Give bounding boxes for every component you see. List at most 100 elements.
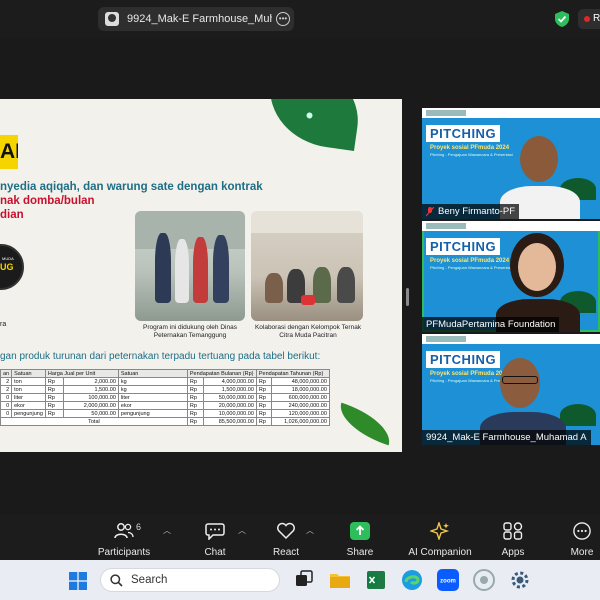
taskbar-search[interactable]: Search (100, 568, 280, 592)
leaf-decoration-bottom (333, 402, 397, 446)
table-cell: Rp (186, 393, 204, 402)
more-button[interactable]: More (563, 520, 600, 558)
react-button[interactable]: React (266, 520, 306, 558)
participant-tile-2[interactable]: PITCHING Proyek sosial PFmuda 2024 Pitch… (422, 221, 600, 332)
participants-label: Participants (97, 547, 151, 558)
table-cell: Rp (255, 385, 272, 394)
meeting-title: 9924_Mak-E Farmhouse_Muham (127, 13, 272, 25)
participant-name: 9924_Mak-E Farmhouse_Muhamad A (426, 432, 587, 443)
settings-gear-icon[interactable] (508, 568, 532, 592)
chrome-like-icon[interactable] (472, 568, 496, 592)
ai-sparkle-icon (430, 522, 450, 540)
meeting-info-pill[interactable]: 9924_Mak-E Farmhouse_Muham ••• (98, 7, 294, 31)
share-screen-icon (350, 522, 370, 540)
apps-button[interactable]: Apps (493, 520, 533, 558)
shared-screen: AN nyedia aqiqah, dan warung sate dengan… (0, 99, 402, 452)
chat-label: Chat (204, 547, 226, 558)
table-cell: Rp (44, 377, 64, 386)
table-row: 0 ekor Rp 2,000,000.00 ekor Rp 20,000,00… (0, 401, 330, 410)
table-cell: ekor (117, 401, 188, 410)
chat-button[interactable]: Chat (195, 520, 235, 558)
table-cell: 18,000,000.00 (270, 385, 330, 394)
participant-name-bar: 9924_Mak-E Farmhouse_Muhamad A (422, 430, 591, 445)
table-header-cell: Harga Jual per Unit (44, 369, 119, 378)
meeting-top-bar: 9924_Mak-E Farmhouse_Muham ••• R (0, 0, 600, 38)
tile-subtitle: Proyek sosial PFmuda 2024 (430, 258, 510, 264)
logo-caption: ra (0, 321, 7, 328)
table-cell: 20,000,000.00 (202, 401, 257, 410)
table-header-row: an Satuan Harga Jual per Unit Satuan Pen… (0, 369, 330, 378)
excel-icon[interactable] (364, 568, 388, 592)
share-label: Share (346, 547, 374, 558)
table-cell: Rp (186, 385, 204, 394)
svg-text:zoom: zoom (440, 579, 456, 585)
chat-chevron-up-icon[interactable]: ︿ (238, 525, 246, 535)
table-cell: Rp (255, 401, 272, 410)
slide-line-3: dian (0, 209, 24, 221)
participant-name: PFMudaPertamina Foundation (426, 319, 556, 330)
table-cell: 120,000,000.00 (270, 409, 330, 418)
logo-text-big: UG (0, 262, 14, 272)
tile-logo-strip (422, 334, 600, 344)
security-shield-icon[interactable] (555, 11, 569, 27)
table-cell: Rp (255, 409, 272, 418)
table-cell: 10,000,000.00 (202, 409, 257, 418)
search-icon (110, 574, 123, 587)
participants-icon (114, 523, 134, 539)
participant-tile-1[interactable]: PITCHING Proyek sosial PFmuda 2024 Pitch… (422, 108, 600, 219)
table-cell: Rp (44, 385, 64, 394)
tile-pitching-label: PITCHING (426, 125, 500, 142)
ai-companion-button[interactable]: AI Companion (404, 520, 476, 558)
table-cell: 600,000,000.00 (270, 393, 330, 402)
host-avatar (105, 12, 119, 26)
table-cell: Rp (44, 393, 64, 402)
slide-line-1: nyedia aqiqah, dan warung sate dengan ko… (0, 181, 263, 193)
table-cell: 1,500.00 (62, 385, 119, 394)
windows-taskbar: Search zoom (0, 560, 600, 600)
react-chevron-up-icon[interactable]: ︿ (306, 525, 314, 535)
table-total-monthly: 85,500,000.00 (202, 417, 257, 426)
participant-tile-3[interactable]: PITCHING Proyek sosial PFmuda 2024 Pitch… (422, 334, 600, 445)
table-cell: 50,000,000.00 (202, 393, 257, 402)
participant-name-bar: Beny Firmanto-PF (422, 204, 520, 219)
split-view-handle[interactable] (406, 288, 409, 306)
slide-heading-tag: AN (0, 135, 18, 169)
participants-button[interactable]: 6 Participants (92, 520, 156, 558)
edge-browser-icon[interactable] (400, 568, 424, 592)
windows-start-icon[interactable] (69, 572, 87, 590)
tile-subtitle-small: Pitching - Pengajuan Wawancara & Present… (430, 265, 513, 270)
table-row: 0 pengunjung Rp 50,000.00 pengunjung Rp … (0, 409, 330, 418)
table-cell: 50,000.00 (62, 409, 119, 418)
task-view-icon[interactable] (292, 568, 316, 592)
zoom-app-icon[interactable]: zoom (436, 568, 460, 592)
table-cell: pengunjung (11, 409, 46, 418)
participant-name-bar: PFMudaPertamina Foundation (422, 317, 560, 332)
recording-indicator[interactable]: R (578, 9, 600, 29)
table-cell: Rp (255, 417, 272, 426)
ai-companion-label: AI Companion (408, 547, 472, 558)
recording-label: R (593, 13, 600, 24)
meeting-toolbar: 6 Participants ︿ Chat ︿ React ︿ Share AI… (0, 515, 600, 560)
table-cell: Rp (255, 393, 272, 402)
search-placeholder: Search (131, 574, 168, 586)
table-header-cell: Pendapatan Tahunan (Rp) (255, 369, 330, 378)
tile-logo-strip (422, 221, 600, 231)
mic-muted-icon (426, 206, 434, 216)
participants-chevron-up-icon[interactable]: ︿ (163, 525, 171, 535)
more-options-icon[interactable]: ••• (276, 12, 290, 26)
table-cell: Rp (44, 401, 64, 410)
table-header-cell: Pendapatan Bulanan (Rp) (186, 369, 257, 378)
tile-subtitle: Proyek sosial PFmuda 2024 (430, 371, 510, 377)
heart-icon (277, 522, 295, 540)
table-total-yearly: 1,026,000,000.00 (270, 417, 330, 426)
table-cell: 100,000.00 (62, 393, 119, 402)
participant-video (520, 136, 558, 182)
more-icon (573, 522, 591, 540)
table-cell: 2 (0, 377, 13, 386)
table-row: 2 ton Rp 1,500.00 kg Rp 1,500,000.00 Rp … (0, 385, 330, 394)
revenue-table: an Satuan Harga Jual per Unit Satuan Pen… (0, 369, 330, 426)
table-cell: Rp (186, 409, 204, 418)
table-cell: 0 (0, 393, 13, 402)
file-explorer-icon[interactable] (328, 568, 352, 592)
share-button[interactable]: Share (340, 520, 380, 558)
